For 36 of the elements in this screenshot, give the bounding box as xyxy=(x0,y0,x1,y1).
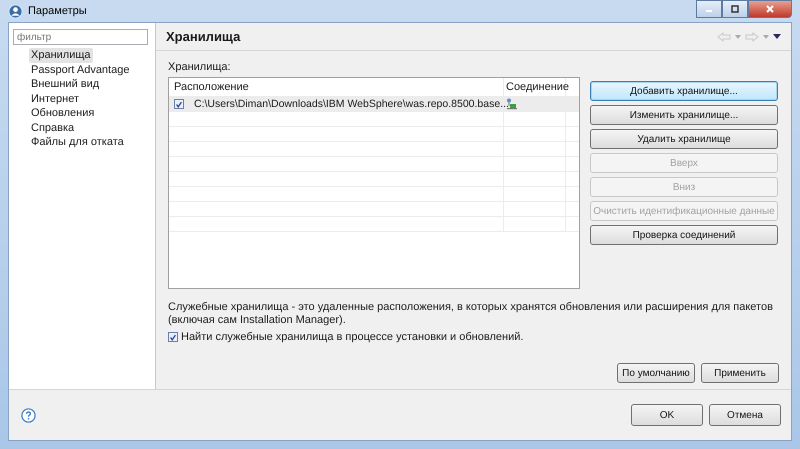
app-icon xyxy=(8,4,23,18)
sidebar-item[interactable]: Обновления xyxy=(29,106,96,120)
sidebar-item[interactable]: Интернет xyxy=(29,92,81,106)
menu-icon[interactable] xyxy=(773,34,781,39)
sidebar-item[interactable]: Хранилища xyxy=(29,48,93,62)
sidebar-item[interactable]: Справка xyxy=(29,120,76,135)
connection-icon xyxy=(506,98,518,110)
page-title: Хранилища xyxy=(166,29,240,44)
maximize-button[interactable] xyxy=(722,0,748,18)
close-button[interactable] xyxy=(748,0,792,18)
action-button[interactable]: Добавить хранилище... xyxy=(590,81,778,101)
table-row[interactable]: C:\Users\Diman\Downloads\IBM WebSphere\was.repo.8500.base... xyxy=(169,97,579,112)
checkbox-label: Найти служебные хранилища в процессе установки и обновлений. xyxy=(181,331,524,343)
dialog-button[interactable]: Отмена xyxy=(709,404,781,426)
description-text: Служебные хранилища - это удаленные расположения, в которых хранятся обновления или расширения для пакетов (включая сам Installation Manager). xyxy=(168,301,774,327)
action-button[interactable]: Изменить хранилище... xyxy=(590,105,778,125)
table-cell: C:\Users\Diman\Downloads\IBM WebSphere\was.repo.8500.base... xyxy=(194,98,509,110)
sidebar-item[interactable]: Passport Advantage xyxy=(29,62,132,77)
page-button[interactable]: Применить xyxy=(701,363,779,383)
window-title: Параметры xyxy=(28,5,87,17)
sidebar-item[interactable]: Файлы для отката xyxy=(29,135,126,150)
dialog-button[interactable]: OK xyxy=(631,404,703,426)
checkbox[interactable] xyxy=(174,99,184,109)
filter-field[interactable]: фильтр xyxy=(13,29,148,45)
column-header: Соединение xyxy=(504,78,566,96)
help-icon[interactable] xyxy=(21,408,36,422)
close-icon xyxy=(765,4,775,14)
minimize-button[interactable] xyxy=(696,0,722,18)
maximize-icon xyxy=(730,4,740,14)
column-header: Расположение xyxy=(169,78,504,96)
list-label: Хранилища: xyxy=(168,61,232,73)
action-button[interactable]: Проверка соединений xyxy=(590,225,778,245)
checkbox[interactable] xyxy=(168,332,178,342)
sidebar-item[interactable]: Внешний вид xyxy=(29,77,102,92)
action-button[interactable]: Удалить хранилище xyxy=(590,129,778,149)
page-button[interactable]: По умолчанию xyxy=(617,363,695,383)
